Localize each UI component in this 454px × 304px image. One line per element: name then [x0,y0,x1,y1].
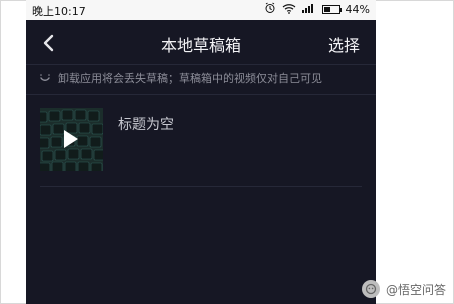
play-icon[interactable] [64,130,78,148]
smile-icon [38,70,52,87]
watermark: @悟空问答 [361,280,446,298]
header-divider [26,64,376,65]
battery-percent: 44% [345,3,370,16]
watermark-text: @悟空问答 [385,282,446,297]
draft-item[interactable]: 标题为空 [40,108,362,178]
page-title: 本地草稿箱 [160,36,241,55]
notice-bar: 卸载应用将会丢失草稿；草稿箱中的视频仅对自己可见 [38,69,368,87]
select-button[interactable]: 选择 [328,32,360,56]
draft-divider [40,186,362,187]
phone-screen: 晚上10:17 44% 本地草稿箱 选择 卸载应用将会丢失草稿；草稿箱中的视频仅… [26,0,376,304]
battery-icon [321,5,342,14]
status-time: 晚上10:17 [32,5,86,18]
notice-text: 卸载应用将会丢失草稿；草稿箱中的视频仅对自己可见 [58,72,322,85]
alarm-icon [264,2,276,17]
draft-title: 标题为空 [118,117,174,133]
notice-divider [26,94,376,95]
draft-thumbnail[interactable] [40,108,103,171]
navbar: 本地草稿箱 选择 [26,20,376,64]
signal-icon [301,3,316,16]
status-icons: 44% [264,2,370,17]
wifi-icon [282,3,296,17]
battery-level [323,7,330,12]
wukong-logo-icon [361,280,380,298]
status-bar: 晚上10:17 44% [26,0,376,20]
